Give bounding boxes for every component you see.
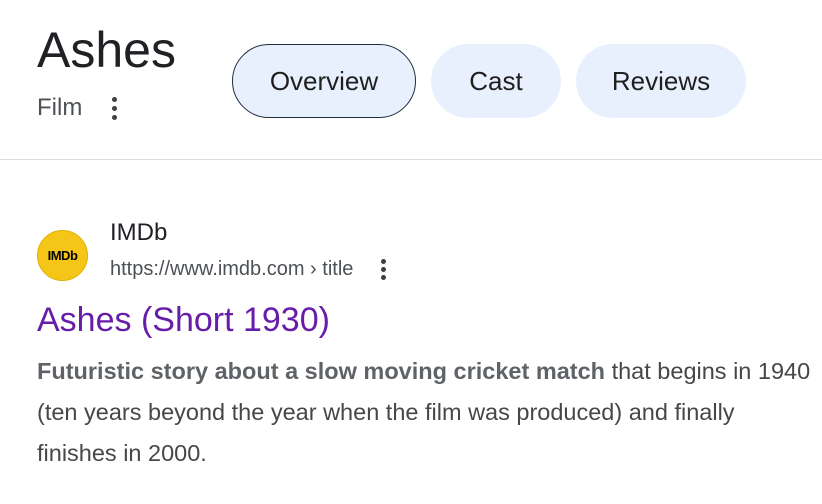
- result-title-link[interactable]: Ashes (Short 1930): [37, 298, 330, 342]
- snippet-highlight: Futuristic story about a slow moving cri…: [37, 358, 606, 384]
- tab-cast-label: Cast: [469, 65, 523, 96]
- result-snippet: Futuristic story about a slow moving cri…: [37, 351, 812, 474]
- more-vert-icon[interactable]: [371, 256, 395, 282]
- result-url-row: https://www.imdb.com › title: [110, 256, 395, 282]
- knowledge-panel-header: Ashes Film Overview Cast Reviews: [0, 0, 822, 160]
- entity-title: Ashes: [37, 22, 176, 78]
- tab-cast[interactable]: Cast: [431, 44, 561, 118]
- result-url[interactable]: https://www.imdb.com › title: [110, 256, 353, 282]
- favicon-text: IMDb: [47, 248, 78, 263]
- imdb-favicon-icon[interactable]: IMDb: [37, 230, 88, 281]
- entity-type: Film: [37, 94, 83, 121]
- result-site-name[interactable]: IMDb: [110, 218, 167, 248]
- more-vert-icon[interactable]: [102, 94, 126, 122]
- tab-overview[interactable]: Overview: [232, 44, 416, 118]
- tab-overview-label: Overview: [269, 65, 379, 96]
- entity-subtitle-row: Film: [37, 94, 126, 122]
- tab-reviews-label: Reviews: [611, 65, 711, 96]
- tab-reviews[interactable]: Reviews: [576, 44, 746, 118]
